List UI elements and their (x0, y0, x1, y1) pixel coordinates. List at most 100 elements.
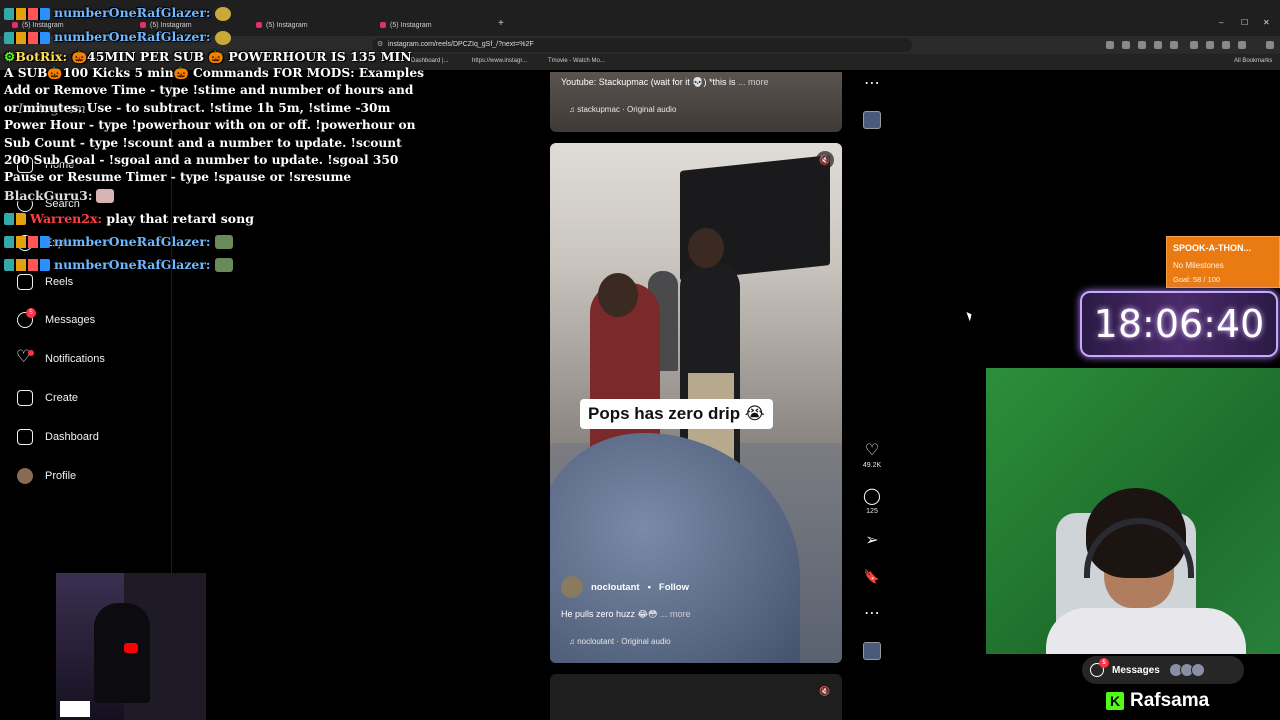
plus-square-icon (17, 390, 33, 406)
more-icon: ⋯ (864, 605, 880, 622)
emote-icon (214, 235, 233, 250)
extension-icon[interactable] (1222, 41, 1230, 49)
like-count: 49.2K (862, 462, 882, 469)
sidebar-item-dashboard[interactable]: Dashboard (17, 427, 99, 447)
chat-badges-icon (4, 259, 50, 272)
comment-button[interactable]: ◯ 125 (862, 488, 882, 515)
menu-icon[interactable] (1266, 41, 1274, 49)
heart-icon (16, 347, 34, 367)
subathon-timer: 18:06:40 (1080, 291, 1278, 357)
more-link[interactable]: ... more (660, 609, 691, 619)
more-link[interactable]: ... more (738, 77, 769, 87)
video-frame (598, 273, 638, 317)
address-bar[interactable]: ⚙ instagram.com/reels/DPCZIq_gSf_/?next=%… (372, 38, 912, 52)
avatar (17, 468, 33, 484)
chat-message: numberOneRafGlazer: (4, 4, 424, 21)
extension-icon[interactable] (1106, 41, 1114, 49)
separator: • (647, 581, 651, 593)
more-options-button[interactable]: ⋯ (862, 75, 882, 93)
chat-message: BlackGuru3: (4, 187, 424, 204)
comment-icon: ◯ (863, 488, 881, 505)
subathon-milestones: No Milestones (1173, 261, 1224, 270)
streamer-name: Rafsama (1130, 690, 1210, 711)
messenger-icon: 5 (17, 308, 36, 328)
close-button[interactable]: ✕ (1263, 18, 1270, 27)
minimize-button[interactable]: – (1219, 18, 1223, 27)
subathon-goal: Goal: 58 / 100 (1173, 275, 1221, 284)
like-button[interactable]: ♡ 49.2K (862, 442, 882, 469)
bot-icon: ⚙ (4, 49, 16, 64)
mouse-cursor-icon (966, 310, 974, 322)
reel-video[interactable]: Pops has zero drip 😭 🔇 nocloutant • Foll… (550, 143, 842, 663)
mini-video-player (56, 573, 206, 720)
sidepanel-icon[interactable] (1206, 41, 1214, 49)
bookmark-item[interactable]: https://www.instagr... (472, 58, 527, 64)
chat-message: numberOneRafGlazer: (4, 28, 424, 45)
reel-previous[interactable]: Youtube: Stackupmac (wait for it 💀) *thi… (550, 72, 842, 132)
sidebar-item-messages[interactable]: 5 Messages (17, 308, 95, 330)
extension-icon[interactable] (1138, 41, 1146, 49)
reel-username[interactable]: nocloutant (591, 582, 640, 593)
comment-count: 125 (866, 508, 878, 515)
sidebar-item-notifications[interactable]: Notifications (16, 347, 105, 369)
reel-caption: He pulls zero huzz 😂😳 ... more (561, 609, 691, 619)
heart-icon: ♡ (864, 442, 880, 459)
all-bookmarks[interactable]: All Bookmarks (1234, 58, 1272, 64)
bookmark-icon: 🔖 (863, 569, 881, 584)
kick-logo-icon: K (1106, 692, 1124, 710)
reel-author: nocloutant • Follow (561, 576, 689, 598)
notification-dot (28, 350, 34, 356)
sidebar-item-create[interactable]: Create (17, 388, 78, 408)
messages-label: Messages (1112, 664, 1160, 676)
chat-command-text: A SUB🎃100 Kicks 5 min🎃 Commands FOR MODS… (4, 66, 424, 185)
extension-icon[interactable] (1238, 41, 1246, 49)
chat-badges-icon (4, 213, 26, 226)
emote-icon (96, 189, 115, 204)
subathon-widget: SPOOK-A-THON... No Milestones Goal: 58 /… (1166, 236, 1280, 288)
chat-badges-icon (4, 7, 50, 20)
music-icon: ♫ (569, 637, 575, 646)
emote-icon (214, 258, 233, 273)
avatar (1190, 663, 1205, 677)
extension-icon[interactable] (1154, 41, 1162, 49)
bookmark-item[interactable]: Tmovie - Watch Mo... (548, 58, 605, 64)
audio-thumbnail[interactable] (863, 642, 881, 660)
extension-icon[interactable] (1122, 41, 1130, 49)
more-options-button[interactable]: ⋯ (862, 605, 882, 623)
follow-button[interactable]: Follow (659, 582, 689, 593)
video-text-overlay: Pops has zero drip 😭 (580, 399, 773, 429)
save-button[interactable]: 🔖 (862, 568, 882, 586)
subathon-title: SPOOK-A-THON... (1173, 243, 1251, 253)
chat-badges-icon (4, 236, 50, 249)
chat-message: numberOneRafGlazer: (4, 256, 424, 273)
mute-icon[interactable]: 🔇 (816, 682, 834, 700)
avatar-stack (1168, 663, 1205, 677)
messenger-icon: 5 (1090, 658, 1109, 677)
emote-icon (214, 6, 231, 21)
mute-icon[interactable]: 🔇 (816, 151, 834, 169)
audio-thumbnail[interactable] (863, 111, 881, 129)
messages-badge: 5 (1099, 658, 1109, 668)
reel-next[interactable]: 🔇 (550, 674, 842, 720)
extension-icon[interactable] (1170, 41, 1178, 49)
avatar[interactable] (561, 576, 583, 598)
messages-floating-button[interactable]: 5 Messages (1082, 656, 1244, 684)
share-icon: ➢ (865, 532, 879, 549)
sidebar-item-profile[interactable]: Profile (17, 466, 76, 486)
reel-audio[interactable]: ♫ nocloutant · Original audio (569, 637, 671, 646)
dashboard-icon (17, 429, 33, 445)
chat-message: ⚙BotRix: 🎃45MIN PER SUB 🎃 POWERHOUR IS 1… (4, 49, 412, 64)
webcam-feed (986, 368, 1280, 654)
chat-message: Warren2x: play that retard song (4, 210, 424, 227)
sidebar-item-reels[interactable]: Reels (17, 272, 73, 292)
stream-chat-overlay: numberOneRafGlazer: numberOneRafGlazer: … (4, 4, 424, 273)
reel-caption: Youtube: Stackupmac (wait for it 💀) *thi… (561, 77, 769, 87)
streamer-brand: K Rafsama (1106, 690, 1209, 712)
screen: (5) Instagram (5) Instagram (5) Instagra… (0, 0, 1280, 720)
new-tab-button[interactable]: + (498, 18, 504, 29)
share-button[interactable]: ➢ (862, 532, 882, 550)
maximize-button[interactable]: ☐ (1241, 18, 1248, 27)
video-frame (94, 603, 150, 703)
extension-icon[interactable] (1190, 41, 1198, 49)
reel-audio[interactable]: ♫ stackupmac · Original audio (569, 105, 676, 114)
